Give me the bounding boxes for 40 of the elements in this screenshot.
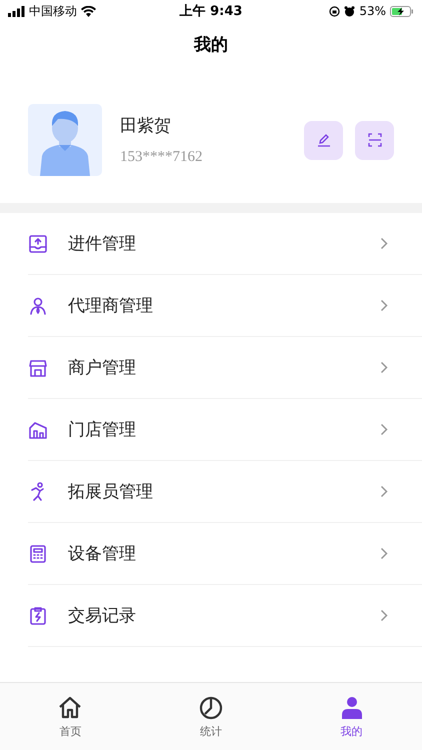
user-name: 田紫贺 — [120, 115, 172, 137]
storefront-icon — [28, 358, 48, 378]
tab[interactable]: 我的 — [281, 683, 422, 750]
tab[interactable]: 首页 — [0, 683, 141, 750]
alarm-icon — [344, 6, 356, 16]
chevron-right-icon — [380, 423, 388, 436]
menu-item[interactable]: 设备管理 — [28, 523, 422, 585]
chevron-right-icon — [380, 609, 388, 622]
chevron-right-icon — [380, 547, 388, 560]
chevron-right-icon — [380, 485, 388, 498]
phone-number: 153****7162 — [120, 149, 204, 166]
page-title: 我的 — [194, 34, 228, 56]
chevron-right-icon — [380, 361, 388, 374]
menu-item[interactable]: 进件管理 — [28, 213, 422, 275]
calculator-icon — [28, 544, 48, 564]
signal-icon — [8, 6, 25, 16]
edit-button[interactable] — [304, 120, 343, 160]
pie-chart-icon — [198, 695, 224, 721]
chevron-right-icon — [380, 299, 388, 312]
rotation-lock-icon — [329, 6, 340, 16]
chevron-right-icon — [380, 237, 388, 250]
person-tie-icon — [28, 296, 48, 316]
menu-item[interactable]: 门店管理 — [28, 399, 422, 461]
carrier-name: 中国移动 — [29, 2, 77, 20]
menu-item[interactable]: 代理商管理 — [28, 275, 422, 337]
status-time: 上午 9:43 — [180, 3, 242, 20]
scan-icon — [368, 133, 382, 147]
scan-button[interactable] — [355, 120, 394, 160]
inbox-upload-icon — [28, 234, 48, 254]
menu-item[interactable]: 交易记录 — [28, 585, 422, 647]
home-icon — [57, 695, 84, 721]
edit-icon — [316, 133, 330, 147]
menu-item[interactable]: 商户管理 — [28, 337, 422, 399]
tab[interactable]: 统计 — [140, 683, 282, 750]
menu-item[interactable]: 拓展员管理 — [28, 461, 422, 523]
clipboard-bolt-icon — [28, 606, 48, 626]
battery-percent: 53% — [359, 4, 386, 18]
battery-charging-icon — [390, 6, 414, 16]
buildings-icon — [28, 420, 48, 440]
wifi-icon — [81, 6, 96, 16]
